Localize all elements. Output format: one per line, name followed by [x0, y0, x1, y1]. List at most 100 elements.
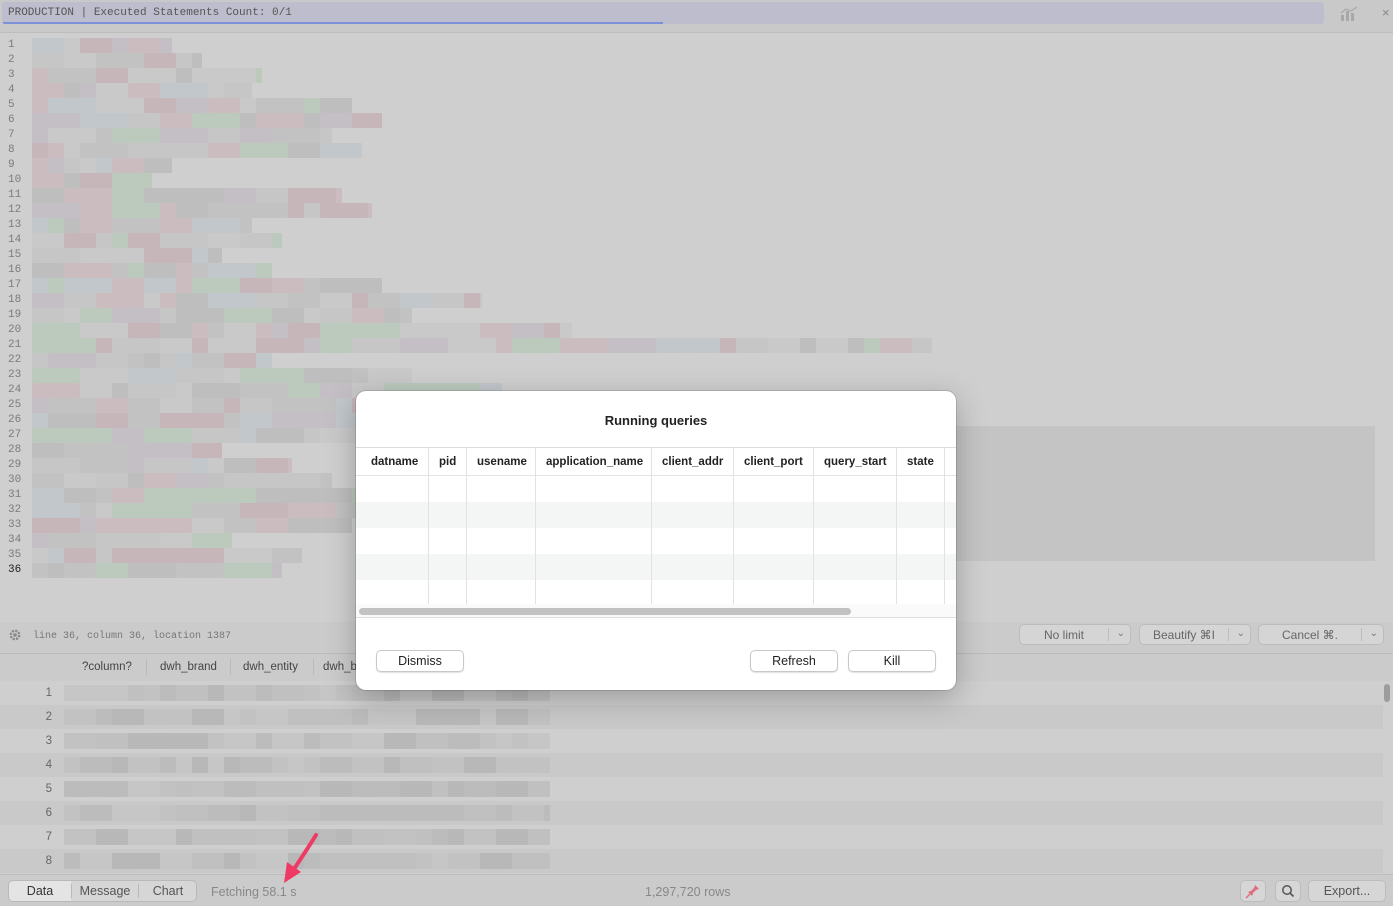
- close-icon[interactable]: ×: [1382, 5, 1390, 20]
- redacted-text-block: [144, 158, 172, 173]
- export-button[interactable]: Export...: [1308, 880, 1386, 902]
- column-header[interactable]: client_port: [744, 456, 803, 468]
- vertical-scrollbar[interactable]: [1384, 684, 1390, 702]
- chart-icon[interactable]: [1340, 6, 1358, 22]
- horizontal-scrollbar[interactable]: [356, 604, 956, 618]
- column-header[interactable]: query_start: [824, 456, 887, 468]
- cancel-button[interactable]: Cancel ⌘. ⌄: [1258, 624, 1384, 645]
- redacted-cell-block: [384, 853, 416, 869]
- column-header[interactable]: pid: [439, 456, 456, 468]
- redacted-text-block: [64, 53, 96, 68]
- redacted-text-block: [224, 563, 272, 578]
- column-header[interactable]: usename: [477, 456, 527, 468]
- redacted-text-block: [32, 233, 64, 248]
- redacted-text-block: [208, 263, 256, 278]
- redacted-text-block: [320, 323, 368, 338]
- line-number: 3: [8, 69, 15, 81]
- running-queries-table[interactable]: datname pid usename application_name cli…: [356, 447, 956, 605]
- redacted-cell-block: [384, 829, 416, 845]
- column-header[interactable]: dwh_brand: [160, 661, 217, 673]
- column-header[interactable]: state: [907, 456, 934, 468]
- divider: [146, 659, 147, 675]
- column-header[interactable]: datname: [371, 456, 418, 468]
- redacted-cell-block: [512, 733, 528, 749]
- tab-chart[interactable]: Chart: [139, 881, 196, 901]
- refresh-button[interactable]: Refresh: [750, 650, 838, 672]
- table-row[interactable]: [356, 502, 956, 528]
- redacted-text-block: [304, 278, 320, 293]
- redacted-cell-block: [160, 829, 176, 845]
- redacted-text-block: [224, 128, 240, 143]
- redacted-text-block: [192, 248, 208, 263]
- redacted-cell-block: [272, 757, 288, 773]
- redacted-cell-block: [432, 829, 448, 845]
- redacted-cell-block: [496, 757, 528, 773]
- redacted-cell-block: [96, 709, 112, 725]
- redacted-text-block: [48, 98, 96, 113]
- redacted-text-block: [432, 293, 464, 308]
- redacted-text-block: [656, 338, 688, 353]
- redacted-text-block: [96, 533, 112, 548]
- redacted-cell-block: [368, 829, 384, 845]
- redacted-text-block: [240, 113, 256, 128]
- redacted-text-block: [512, 338, 560, 353]
- redacted-text-block: [272, 278, 304, 293]
- redacted-cell-block: [528, 829, 550, 845]
- redacted-text-block: [288, 203, 304, 218]
- tab-message[interactable]: Message: [72, 881, 138, 901]
- redacted-text-block: [368, 293, 400, 308]
- search-button[interactable]: [1275, 880, 1301, 902]
- redacted-text-block: [64, 188, 112, 203]
- redacted-cell-block: [496, 733, 512, 749]
- redacted-text-block: [176, 353, 192, 368]
- redacted-text-block: [288, 323, 320, 338]
- redacted-text-block: [80, 503, 96, 518]
- redacted-text-block: [192, 323, 208, 338]
- redacted-cell-block: [480, 709, 496, 725]
- table-row[interactable]: [356, 554, 956, 580]
- redacted-text-block: [240, 488, 256, 503]
- redacted-text-block: [320, 98, 352, 113]
- gear-icon[interactable]: [8, 628, 22, 642]
- column-header[interactable]: dwh_b: [323, 661, 357, 673]
- redacted-cell-block: [448, 733, 480, 749]
- dismiss-button[interactable]: Dismiss: [376, 650, 464, 672]
- kill-button[interactable]: Kill: [848, 650, 936, 672]
- redacted-text-block: [128, 383, 176, 398]
- row-limit-dropdown[interactable]: No limit ⌄: [1019, 624, 1131, 645]
- column-header[interactable]: dwh_entity: [243, 661, 298, 673]
- redacted-text-block: [368, 368, 412, 383]
- redacted-cell-block: [80, 805, 112, 821]
- redacted-text-block: [96, 68, 128, 83]
- redacted-text-block: [112, 128, 160, 143]
- redacted-text-block: [320, 398, 336, 413]
- redacted-text-block: [160, 218, 192, 233]
- redacted-text-block: [32, 398, 48, 413]
- scrollbar-thumb[interactable]: [359, 608, 851, 615]
- redacted-cell-block: [528, 781, 544, 797]
- row-number: 1: [45, 687, 52, 699]
- column-header[interactable]: client_addr: [662, 456, 723, 468]
- redacted-cell-block: [416, 853, 432, 869]
- redacted-text-block: [304, 113, 320, 128]
- redacted-cell-block: [128, 685, 144, 701]
- redacted-cell-block: [384, 733, 416, 749]
- redacted-text-block: [880, 338, 912, 353]
- redacted-text-block: [256, 188, 288, 203]
- pin-button[interactable]: [1240, 880, 1266, 902]
- redacted-text-block: [144, 293, 160, 308]
- tab-data[interactable]: Data: [9, 881, 71, 901]
- redacted-text-block: [64, 278, 112, 293]
- redacted-text-block: [80, 458, 128, 473]
- column-header[interactable]: application_name: [546, 456, 643, 468]
- redacted-cell-block: [320, 709, 352, 725]
- redacted-cell-block: [352, 805, 368, 821]
- redacted-cell-block: [192, 781, 224, 797]
- column-header[interactable]: ?column?: [82, 661, 132, 673]
- redacted-text-block: [112, 158, 144, 173]
- beautify-button[interactable]: Beautify ⌘I ⌄: [1139, 624, 1251, 645]
- redacted-text-block: [320, 293, 352, 308]
- redacted-text-block: [112, 218, 160, 233]
- redacted-text-block: [32, 173, 64, 188]
- redacted-cell-block: [64, 853, 80, 869]
